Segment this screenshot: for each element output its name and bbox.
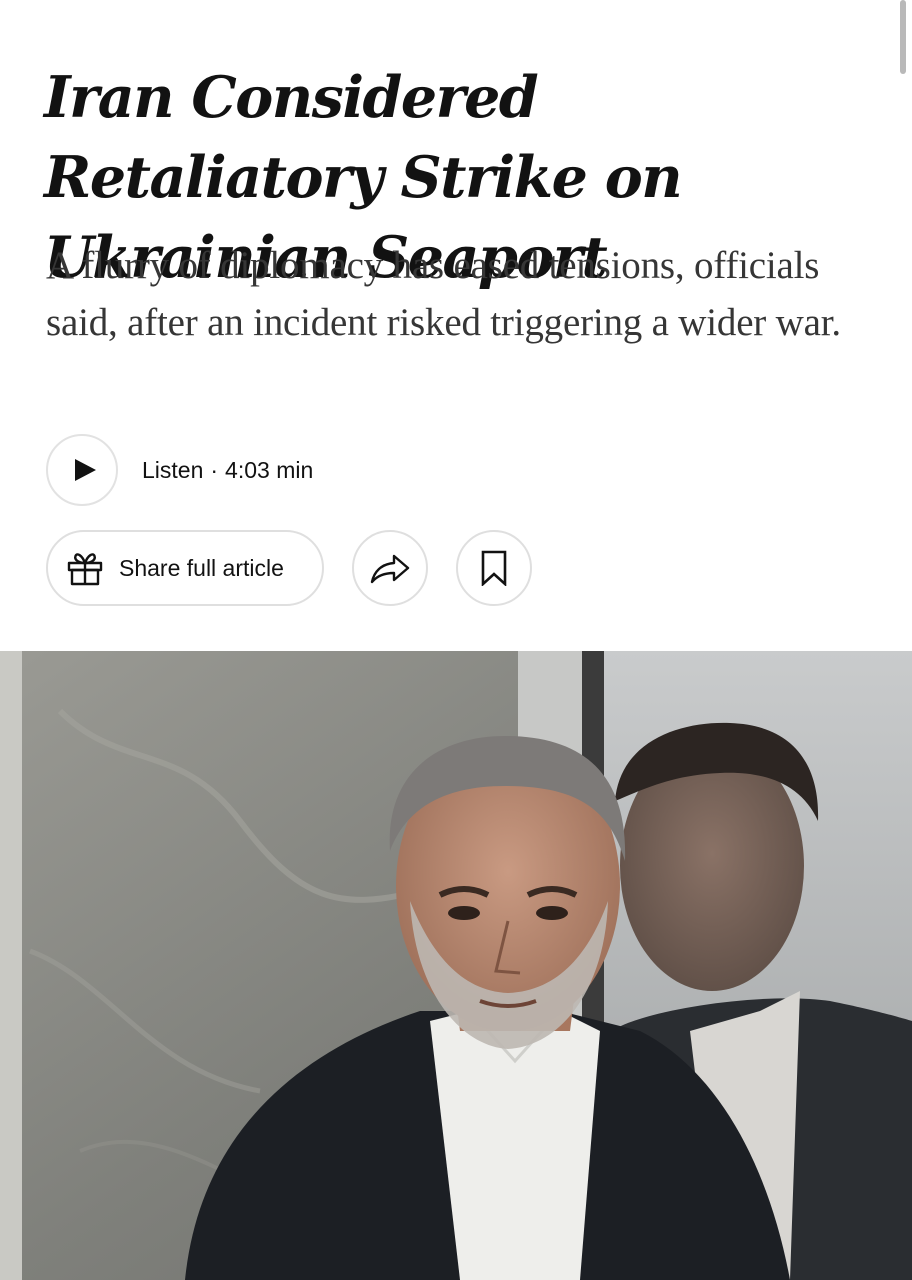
gift-icon — [65, 548, 105, 588]
listen-info: Listen · 4:03 min — [142, 457, 313, 484]
share-full-article-label: Share full article — [119, 554, 284, 581]
audio-duration: 4:03 min — [225, 456, 314, 483]
share-button[interactable] — [352, 530, 428, 606]
share-arrow-icon — [370, 554, 410, 584]
scroll-indicator[interactable] — [900, 0, 906, 74]
article-actions: Share full article — [46, 530, 532, 606]
share-full-article-button[interactable]: Share full article — [46, 530, 324, 606]
listen-player: Listen · 4:03 min — [46, 434, 313, 506]
play-icon — [74, 459, 96, 481]
save-button[interactable] — [456, 530, 532, 606]
play-button[interactable] — [46, 434, 118, 506]
listen-label: Listen — [142, 456, 204, 483]
article-summary: A flurry of diplomacy has eased tensions… — [46, 244, 841, 344]
article-photo — [0, 651, 912, 1280]
listen-separator: · — [210, 456, 219, 483]
bookmark-icon — [481, 550, 507, 586]
